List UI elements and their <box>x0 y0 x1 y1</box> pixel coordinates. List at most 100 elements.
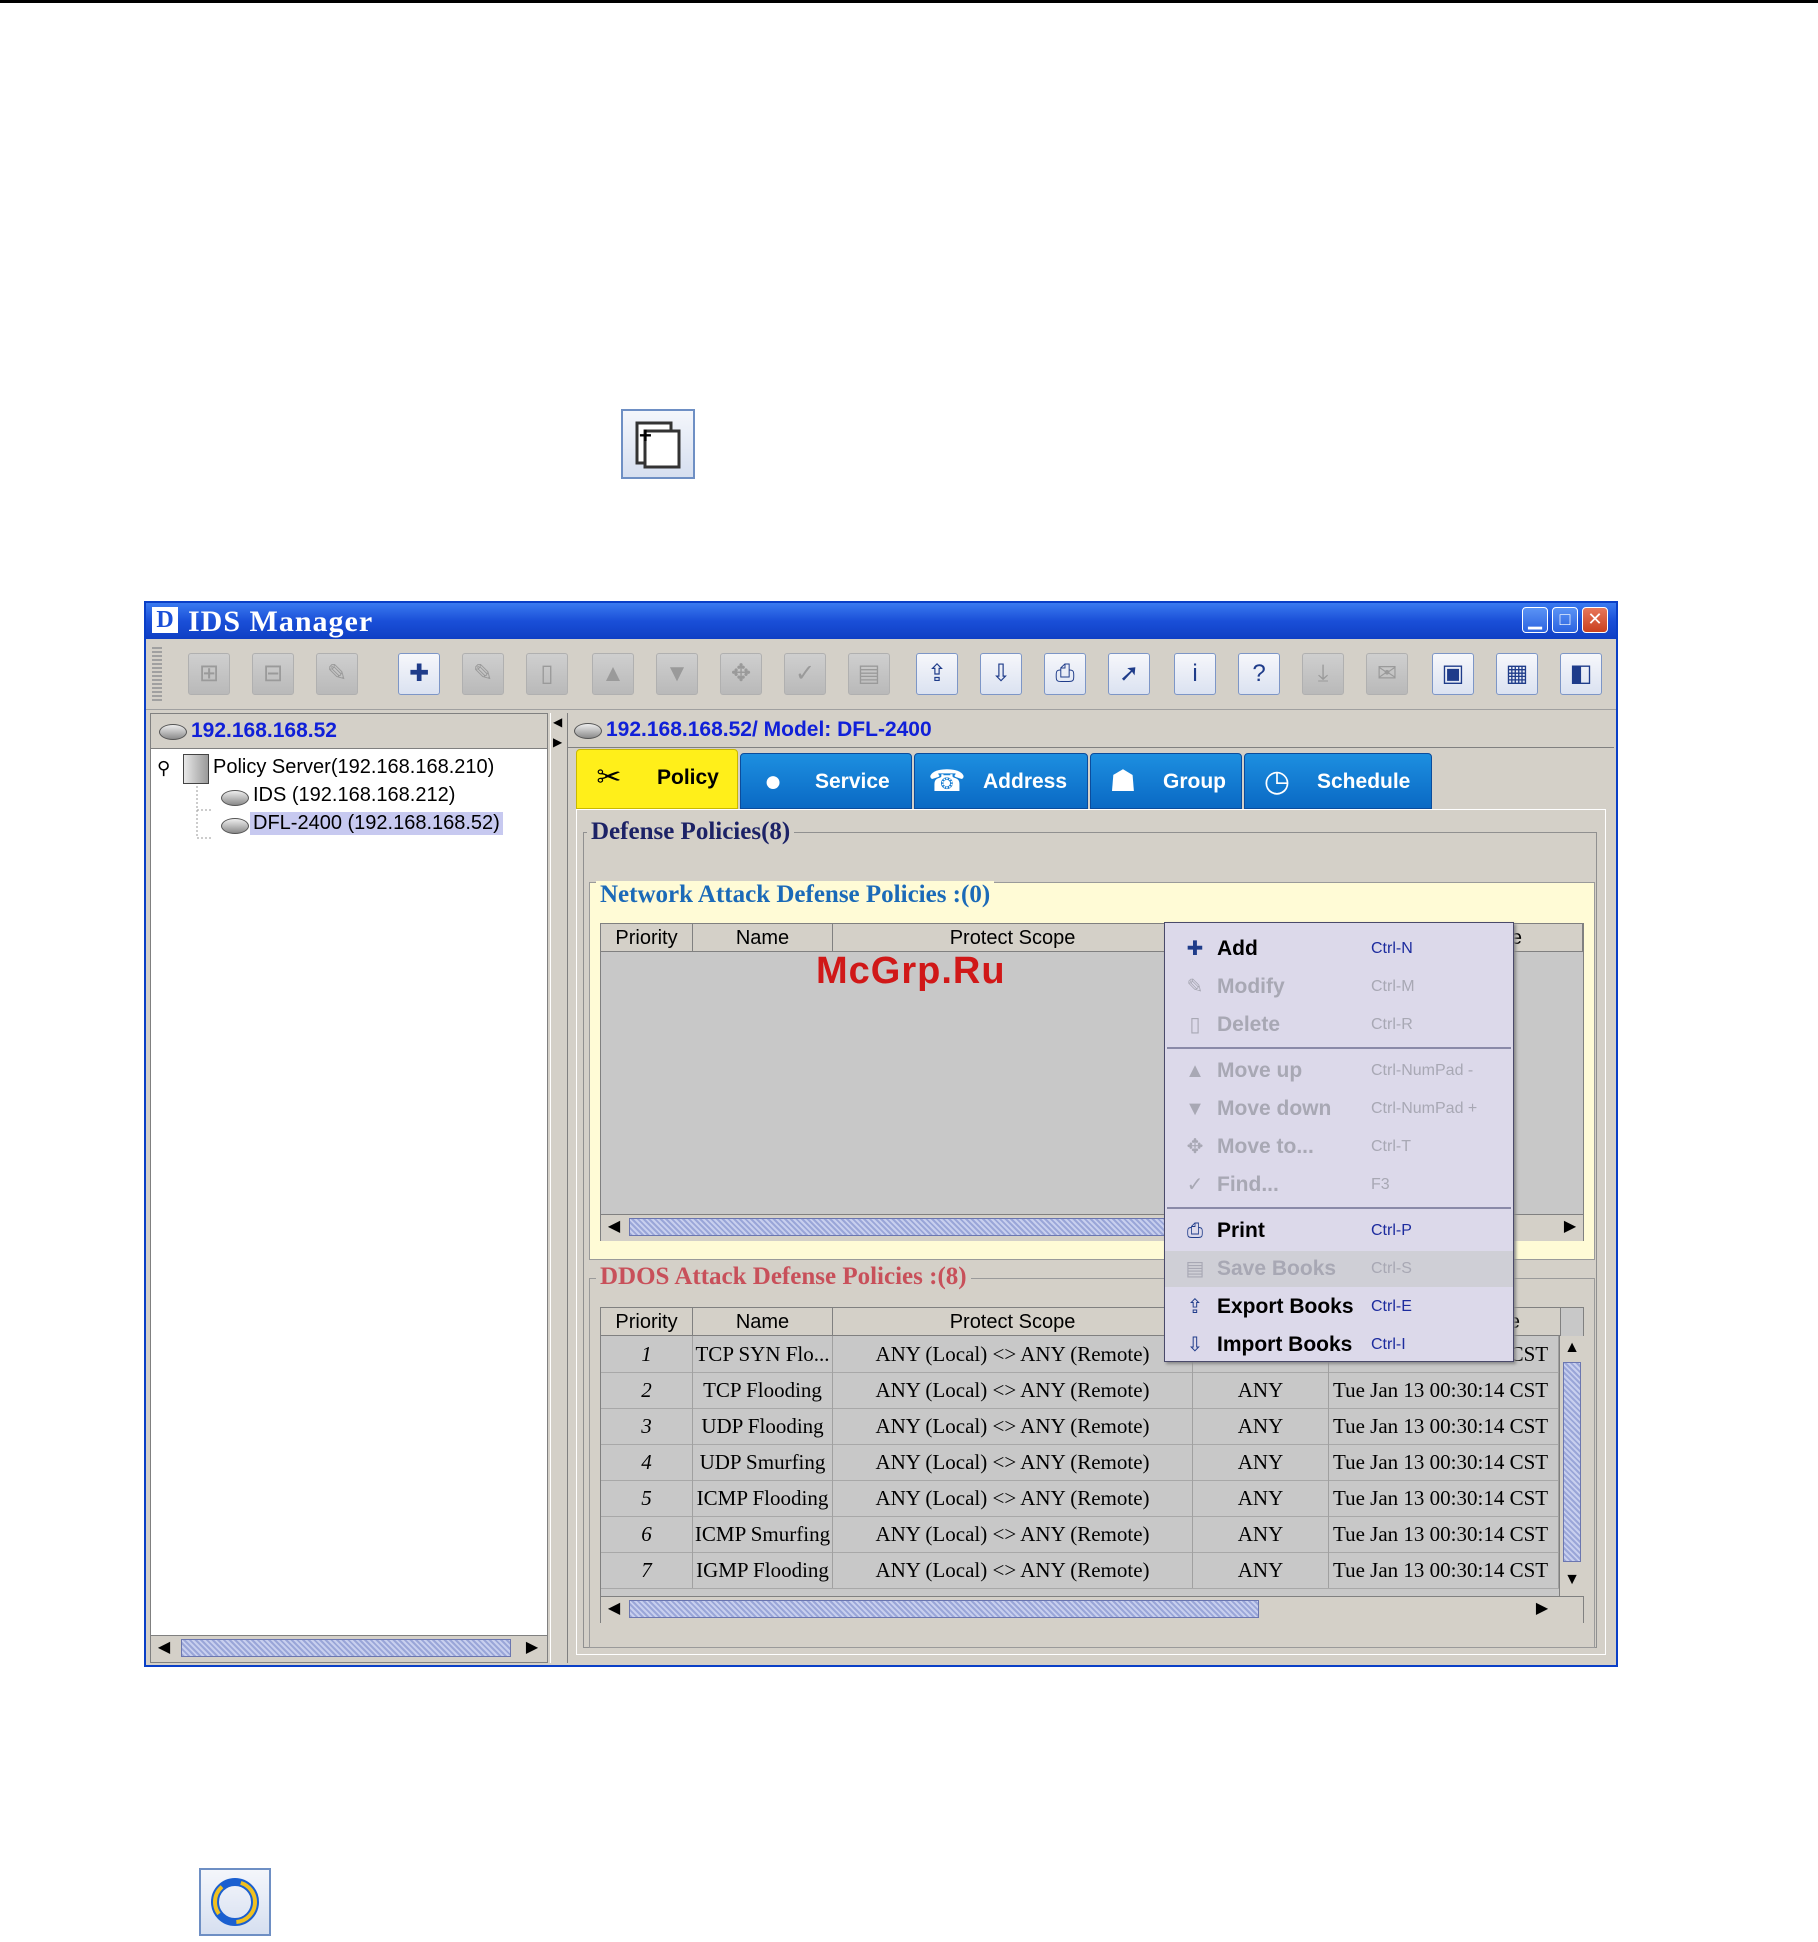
col-name[interactable]: Name <box>693 924 833 952</box>
menu-item-move-down[interactable]: ▼ Move down Ctrl-NumPad + <box>1165 1091 1513 1127</box>
print-icon: ⎙ <box>1187 1220 1203 1242</box>
col-protect-scope[interactable]: Protect Scope <box>833 1308 1193 1336</box>
scroll-thumb[interactable] <box>629 1218 1189 1236</box>
cell-scope: ANY (Local) <> ANY (Remote) <box>833 1408 1193 1444</box>
menu-item-modify[interactable]: ✎ Modify Ctrl-M <box>1165 969 1513 1005</box>
col-priority[interactable]: Priority <box>601 1308 693 1336</box>
close-button[interactable]: ✕ <box>1582 607 1608 633</box>
scroll-thumb[interactable] <box>181 1639 511 1657</box>
tree-item-ids[interactable]: IDS (192.168.168.212) <box>253 784 455 807</box>
disk-icon <box>574 723 602 739</box>
info-icon[interactable]: i <box>1174 653 1216 695</box>
tab-service[interactable]: ● Service <box>740 753 912 809</box>
scroll-right-arrow-icon[interactable]: ▶ <box>521 1638 543 1658</box>
pointer-icon[interactable]: ➚ <box>1108 653 1150 695</box>
download-icon[interactable]: ⤓ <box>1302 653 1344 695</box>
move-down-icon[interactable]: ▼ <box>656 653 698 695</box>
exit-icon[interactable]: ◧ <box>1560 653 1602 695</box>
menu-item-export-books[interactable]: ⇪ Export Books Ctrl-E <box>1165 1289 1513 1325</box>
scroll-up-arrow-icon[interactable]: ▲ <box>1561 1338 1583 1358</box>
scroll-right-arrow-icon[interactable]: ▶ <box>1559 1217 1581 1237</box>
print-icon[interactable]: ⎙ <box>1044 653 1086 695</box>
layout-icon[interactable]: ▦ <box>1496 653 1538 695</box>
add-policy-icon[interactable]: ✚ <box>398 653 440 695</box>
ddos-table-hscroll[interactable]: ◀ ▶ <box>601 1596 1583 1623</box>
cell-time: Tue Jan 13 00:30:14 CST <box>1329 1444 1559 1480</box>
menu-item-label: Add <box>1217 937 1258 960</box>
table-row[interactable]: 3 UDP Flooding ANY (Local) <> ANY (Remote)… <box>601 1408 1559 1445</box>
pin-icon[interactable]: ⚲ <box>157 758 175 778</box>
menu-item-print[interactable]: ⎙ Print Ctrl-P <box>1165 1213 1513 1249</box>
table-row[interactable]: 2 TCP Flooding ANY (Local) <> ANY (Remote)… <box>601 1372 1559 1409</box>
pane-splitter[interactable]: ◀ ▶ <box>550 713 568 1663</box>
mail-icon[interactable]: ✉ <box>1366 653 1408 695</box>
move-down-icon: ▼ <box>1185 1098 1205 1120</box>
maximize-button[interactable]: □ <box>1552 607 1578 633</box>
table-row[interactable]: 4 UDP Smurfing ANY (Local) <> ANY (Remote)… <box>601 1444 1559 1481</box>
menu-item-move-up[interactable]: ▲ Move up Ctrl-NumPad - <box>1165 1053 1513 1089</box>
export-icon[interactable]: ⇪ <box>916 653 958 695</box>
collapse-right-icon[interactable]: ▶ <box>553 735 562 749</box>
find-icon[interactable]: ✓ <box>784 653 826 695</box>
import-books-icon: ⇩ <box>1186 1334 1204 1356</box>
scroll-thumb[interactable] <box>629 1600 1259 1618</box>
modify-icon[interactable]: ✎ <box>462 653 504 695</box>
help-icon[interactable]: ? <box>1238 653 1280 695</box>
col-name[interactable]: Name <box>693 1308 833 1336</box>
table-row[interactable]: 6 ICMP Smurfing ANY (Local) <> ANY (Remote… <box>601 1516 1559 1553</box>
col-protect-scope[interactable]: Protect Scope <box>833 924 1193 952</box>
ddos-table-vscroll[interactable]: ▲ ▼ <box>1559 1336 1584 1596</box>
minimize-button[interactable]: ▁ <box>1522 607 1548 633</box>
defense-policies-title: Defense Policies(8) <box>587 818 795 846</box>
table-row[interactable]: 7 IGMP Flooding ANY (Local) <> ANY (Remote… <box>601 1552 1559 1589</box>
cell-time: Tue Jan 13 00:30:14 CST <box>1329 1372 1559 1408</box>
tab-policy[interactable]: ✂ Policy <box>576 749 738 809</box>
cell-service: ANY <box>1193 1408 1329 1444</box>
scroll-left-arrow-icon[interactable]: ◀ <box>603 1599 625 1619</box>
edit-device-icon[interactable]: ✎ <box>316 653 358 695</box>
save-books-icon: ▤ <box>1185 1258 1205 1280</box>
tab-schedule-label: Schedule <box>1317 770 1411 793</box>
tab-schedule[interactable]: ◷ Schedule <box>1244 753 1432 809</box>
table-row[interactable]: 5 ICMP Flooding ANY (Local) <> ANY (Remote… <box>601 1480 1559 1517</box>
cell-service: ANY <box>1193 1372 1329 1408</box>
cell-name: UDP Smurfing <box>693 1444 833 1480</box>
save-icon[interactable]: ▤ <box>848 653 890 695</box>
tree-item-dfl-2400[interactable]: DFL-2400 (192.168.168.52) <box>250 812 503 835</box>
scroll-right-arrow-icon[interactable]: ▶ <box>1531 1599 1553 1619</box>
monitor-icon[interactable]: ▣ <box>1432 653 1474 695</box>
scroll-thumb[interactable] <box>1563 1362 1581 1562</box>
delete-icon[interactable]: ▯ <box>526 653 568 695</box>
tab-group[interactable]: ☗ Group <box>1090 753 1242 809</box>
scroll-down-arrow-icon[interactable]: ▼ <box>1561 1570 1583 1590</box>
delete-icon: ▯ <box>1189 1014 1201 1036</box>
cell-name: ICMP Smurfing <box>693 1516 833 1552</box>
add-device-icon[interactable]: ⊞ <box>188 653 230 695</box>
tab-address[interactable]: ☎ Address <box>914 753 1088 809</box>
stopwatch-icon: ◷ <box>1263 765 1291 798</box>
remove-device-icon[interactable]: ⊟ <box>252 653 294 695</box>
menu-item-add[interactable]: ✚ Add Ctrl-N <box>1165 931 1513 967</box>
menu-item-move-to[interactable]: ✥ Move to... Ctrl-T <box>1165 1129 1513 1165</box>
scroll-left-arrow-icon[interactable]: ◀ <box>603 1217 625 1237</box>
cell-service: ANY <box>1193 1444 1329 1480</box>
toolbar-grip[interactable] <box>152 647 162 701</box>
menu-item-import-books[interactable]: ⇩ Import Books Ctrl-I <box>1165 1327 1513 1363</box>
collapse-left-icon[interactable]: ◀ <box>553 715 562 729</box>
move-up-icon[interactable]: ▲ <box>592 653 634 695</box>
tree-horizontal-scrollbar[interactable]: ◀ ▶ <box>151 1635 547 1662</box>
menu-item-find[interactable]: ✓ Find... F3 <box>1165 1167 1513 1203</box>
menu-item-delete[interactable]: ▯ Delete Ctrl-R <box>1165 1007 1513 1043</box>
move-to-icon[interactable]: ✥ <box>720 653 762 695</box>
tree-item-policy-server[interactable]: Policy Server(192.168.168.210) <box>213 756 494 779</box>
import-icon[interactable]: ⇩ <box>980 653 1022 695</box>
context-menu: ✚ Add Ctrl-N ✎ Modify Ctrl-M ▯ Delete Ctrl-R ▲ Mov… <box>1164 922 1514 1362</box>
cell-priority: 7 <box>601 1552 693 1588</box>
col-priority[interactable]: Priority <box>601 924 693 952</box>
scroll-left-arrow-icon[interactable]: ◀ <box>153 1638 175 1658</box>
disk-icon <box>221 790 249 806</box>
title-bar[interactable]: D IDS Manager ▁ □ ✕ <box>146 603 1616 639</box>
policy-icon: ✂ <box>596 761 622 794</box>
menu-item-shortcut: Ctrl-NumPad - <box>1371 1062 1474 1079</box>
menu-item-save-books[interactable]: ▤ Save Books Ctrl-S <box>1165 1251 1513 1287</box>
